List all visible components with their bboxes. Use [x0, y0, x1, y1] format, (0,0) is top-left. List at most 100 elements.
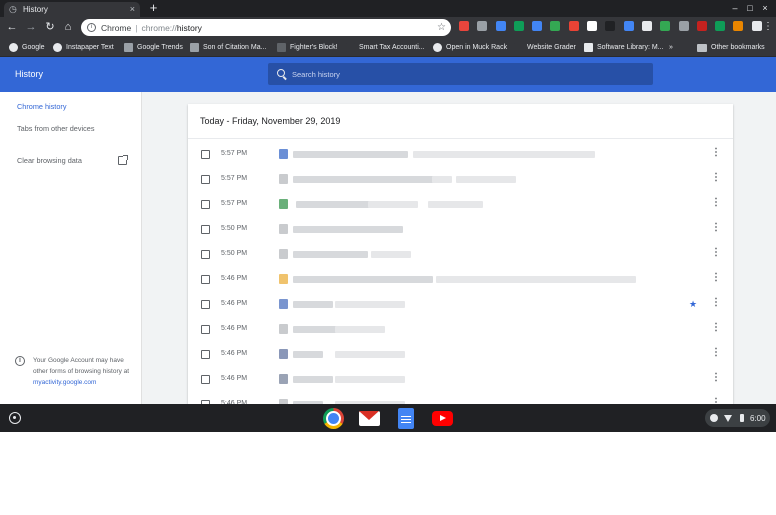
sidebar-item-clear-browsing-data[interactable]: Clear browsing data: [17, 156, 82, 165]
maximize-button[interactable]: □: [745, 3, 755, 13]
bookmarked-star-icon[interactable]: ★: [689, 299, 697, 310]
extension-icon[interactable]: [605, 21, 616, 31]
extension-icon[interactable]: [495, 21, 506, 31]
more-actions-icon[interactable]: ⋮: [711, 248, 721, 258]
home-button[interactable]: ⌂: [62, 21, 74, 33]
extension-icon[interactable]: [477, 21, 488, 31]
extension-icon[interactable]: [550, 21, 561, 31]
bookmark-software-library[interactable]: Software Library: M...: [584, 42, 664, 53]
forward-button[interactable]: →: [25, 21, 37, 33]
extension-icon[interactable]: [532, 21, 543, 31]
redacted-title[interactable]: [586, 276, 626, 283]
bookmark-instapaper[interactable]: Instapaper Text: [53, 42, 114, 53]
row-checkbox[interactable]: [201, 225, 210, 234]
bookmark-citation[interactable]: Son of Citation Ma...: [190, 42, 266, 53]
omnibox[interactable]: i Chrome | chrome:// history ☆: [81, 19, 451, 36]
redacted-title[interactable]: [371, 251, 411, 258]
redacted-title[interactable]: [368, 201, 418, 208]
reload-button[interactable]: ↻: [44, 21, 56, 33]
bookmark-other-bookmarks[interactable]: Other bookmarks: [697, 42, 765, 53]
gmail-app-icon[interactable]: [359, 411, 380, 426]
launcher-icon[interactable]: [9, 412, 21, 424]
redacted-title[interactable]: [293, 251, 368, 258]
bookmark-google[interactable]: Google: [9, 42, 45, 53]
row-checkbox[interactable]: [201, 375, 210, 384]
bookmark-muck-rack[interactable]: Open in Muck Rack: [433, 42, 507, 53]
sidebar-item-chrome-history[interactable]: Chrome history: [17, 102, 66, 111]
minimize-button[interactable]: –: [730, 3, 740, 13]
extension-icon[interactable]: [696, 21, 707, 31]
history-row[interactable]: 5:57 PM ⋮: [188, 167, 733, 192]
close-tab-icon[interactable]: ×: [130, 5, 135, 14]
history-row[interactable]: 5:46 PM ★ ⋮: [188, 292, 733, 317]
extension-icon[interactable]: [678, 21, 689, 31]
extension-icon[interactable]: [733, 21, 744, 31]
redacted-title[interactable]: [335, 351, 405, 358]
row-checkbox[interactable]: [201, 200, 210, 209]
row-checkbox[interactable]: [201, 325, 210, 334]
myactivity-link[interactable]: myactivity.google.com: [33, 379, 96, 386]
extension-icon[interactable]: [623, 21, 634, 31]
history-row[interactable]: 5:50 PM ⋮: [188, 242, 733, 267]
redacted-title[interactable]: [495, 151, 595, 158]
search-input[interactable]: [292, 66, 642, 82]
more-actions-icon[interactable]: ⋮: [711, 148, 721, 158]
redacted-title[interactable]: [293, 226, 403, 233]
extension-icon[interactable]: [513, 21, 524, 31]
row-checkbox[interactable]: [201, 175, 210, 184]
chrome-app-icon[interactable]: [323, 408, 344, 429]
status-tray[interactable]: 6:00: [705, 409, 770, 427]
redacted-title[interactable]: [456, 176, 516, 183]
bookmark-fighters-block[interactable]: Fighter's Block!: [277, 42, 338, 53]
history-row[interactable]: 5:46 PM ⋮: [188, 317, 733, 342]
more-actions-icon[interactable]: ⋮: [711, 373, 721, 383]
history-row[interactable]: 5:46 PM ⋮: [188, 367, 733, 392]
more-actions-icon[interactable]: ⋮: [711, 298, 721, 308]
row-checkbox[interactable]: [201, 275, 210, 284]
more-actions-icon[interactable]: ⋮: [711, 323, 721, 333]
redacted-title[interactable]: [293, 351, 323, 358]
extension-icon[interactable]: [751, 21, 762, 31]
row-checkbox[interactable]: [201, 250, 210, 259]
extension-icon[interactable]: [459, 21, 469, 31]
history-row[interactable]: 5:57 PM ⋮: [188, 142, 733, 167]
docs-app-icon[interactable]: [398, 408, 414, 429]
row-checkbox[interactable]: [201, 150, 210, 159]
youtube-app-icon[interactable]: [432, 411, 453, 426]
redacted-title[interactable]: [293, 151, 408, 158]
more-actions-icon[interactable]: ⋮: [711, 173, 721, 183]
search-history-field[interactable]: [268, 63, 653, 85]
more-actions-icon[interactable]: ⋮: [711, 223, 721, 233]
bookmark-website-grader[interactable]: Website Grader: [514, 42, 576, 53]
extension-icon[interactable]: [660, 21, 671, 31]
back-button[interactable]: ←: [6, 21, 18, 33]
redacted-title[interactable]: [293, 376, 333, 383]
new-tab-button[interactable]: +: [147, 1, 160, 15]
more-actions-icon[interactable]: ⋮: [711, 273, 721, 283]
history-row[interactable]: 5:46 PM ⋮: [188, 342, 733, 367]
history-row[interactable]: 5:57 PM ⋮: [188, 192, 733, 217]
redacted-title[interactable]: [335, 326, 385, 333]
extension-icon[interactable]: [568, 21, 579, 31]
bookmarks-overflow[interactable]: »: [669, 42, 673, 53]
site-info-icon[interactable]: i: [87, 23, 96, 32]
bookmark-google-trends[interactable]: Google Trends: [124, 42, 183, 53]
redacted-title[interactable]: [293, 276, 433, 283]
redacted-title[interactable]: [428, 201, 483, 208]
redacted-title[interactable]: [432, 176, 452, 183]
more-actions-icon[interactable]: ⋮: [711, 348, 721, 358]
redacted-title[interactable]: [293, 176, 438, 183]
row-checkbox[interactable]: [201, 350, 210, 359]
extension-icon[interactable]: [715, 21, 726, 31]
extension-icon[interactable]: [641, 21, 652, 31]
more-actions-icon[interactable]: ⋮: [711, 198, 721, 208]
bookmark-smart-tax[interactable]: Smart Tax Accounti...: [346, 42, 425, 53]
close-window-button[interactable]: ×: [760, 3, 770, 13]
redacted-title[interactable]: [293, 301, 333, 308]
redacted-title[interactable]: [335, 301, 405, 308]
chrome-menu-icon[interactable]: ⋮: [763, 21, 773, 33]
tab-history[interactable]: ◷ History ×: [4, 2, 140, 17]
history-row[interactable]: 5:50 PM ⋮: [188, 217, 733, 242]
history-row[interactable]: 5:46 PM ⋮: [188, 267, 733, 292]
row-checkbox[interactable]: [201, 300, 210, 309]
